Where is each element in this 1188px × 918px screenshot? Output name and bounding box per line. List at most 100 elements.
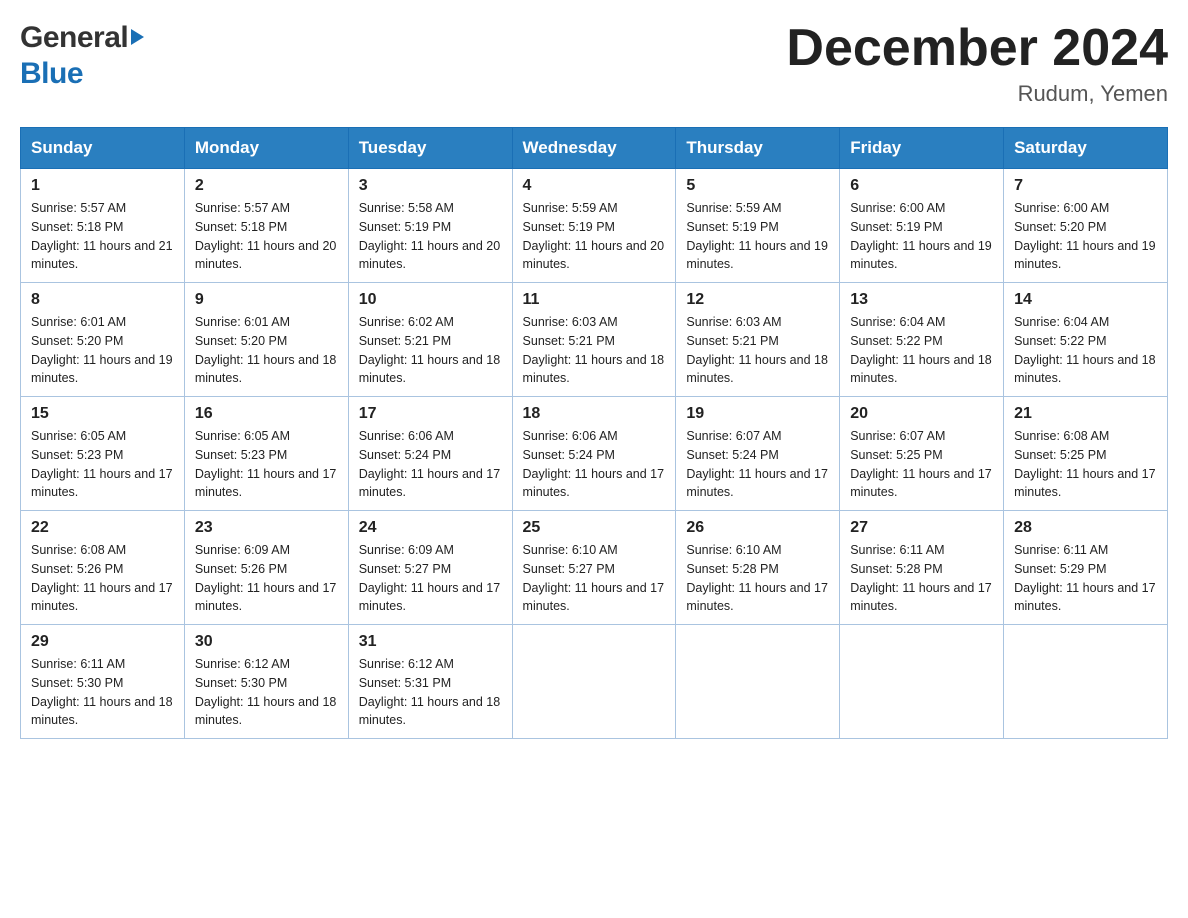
calendar-cell: 5 Sunrise: 5:59 AMSunset: 5:19 PMDayligh… (676, 169, 840, 283)
day-number: 30 (195, 633, 338, 651)
day-info: Sunrise: 5:59 AMSunset: 5:19 PMDaylight:… (686, 199, 829, 274)
day-info: Sunrise: 6:12 AMSunset: 5:30 PMDaylight:… (195, 655, 338, 730)
calendar-cell: 12 Sunrise: 6:03 AMSunset: 5:21 PMDaylig… (676, 283, 840, 397)
weekday-header-row: SundayMondayTuesdayWednesdayThursdayFrid… (21, 128, 1168, 169)
calendar-cell: 14 Sunrise: 6:04 AMSunset: 5:22 PMDaylig… (1004, 283, 1168, 397)
day-info: Sunrise: 6:11 AMSunset: 5:28 PMDaylight:… (850, 541, 993, 616)
calendar-cell: 15 Sunrise: 6:05 AMSunset: 5:23 PMDaylig… (21, 397, 185, 511)
day-info: Sunrise: 5:59 AMSunset: 5:19 PMDaylight:… (523, 199, 666, 274)
day-number: 17 (359, 405, 502, 423)
day-info: Sunrise: 6:07 AMSunset: 5:25 PMDaylight:… (850, 427, 993, 502)
day-info: Sunrise: 6:02 AMSunset: 5:21 PMDaylight:… (359, 313, 502, 388)
calendar-cell: 23 Sunrise: 6:09 AMSunset: 5:26 PMDaylig… (184, 511, 348, 625)
calendar-cell: 31 Sunrise: 6:12 AMSunset: 5:31 PMDaylig… (348, 625, 512, 739)
day-number: 28 (1014, 519, 1157, 537)
calendar-cell: 24 Sunrise: 6:09 AMSunset: 5:27 PMDaylig… (348, 511, 512, 625)
day-info: Sunrise: 6:04 AMSunset: 5:22 PMDaylight:… (1014, 313, 1157, 388)
calendar-cell: 29 Sunrise: 6:11 AMSunset: 5:30 PMDaylig… (21, 625, 185, 739)
day-info: Sunrise: 6:03 AMSunset: 5:21 PMDaylight:… (523, 313, 666, 388)
calendar-cell: 18 Sunrise: 6:06 AMSunset: 5:24 PMDaylig… (512, 397, 676, 511)
day-info: Sunrise: 6:10 AMSunset: 5:28 PMDaylight:… (686, 541, 829, 616)
day-info: Sunrise: 6:11 AMSunset: 5:29 PMDaylight:… (1014, 541, 1157, 616)
week-row-2: 8 Sunrise: 6:01 AMSunset: 5:20 PMDayligh… (21, 283, 1168, 397)
calendar-cell: 26 Sunrise: 6:10 AMSunset: 5:28 PMDaylig… (676, 511, 840, 625)
day-info: Sunrise: 6:04 AMSunset: 5:22 PMDaylight:… (850, 313, 993, 388)
day-number: 7 (1014, 177, 1157, 195)
day-number: 4 (523, 177, 666, 195)
calendar-cell: 6 Sunrise: 6:00 AMSunset: 5:19 PMDayligh… (840, 169, 1004, 283)
weekday-header-friday: Friday (840, 128, 1004, 169)
title-area: December 2024 Rudum, Yemen (786, 20, 1168, 107)
day-number: 5 (686, 177, 829, 195)
day-number: 24 (359, 519, 502, 537)
calendar-cell: 7 Sunrise: 6:00 AMSunset: 5:20 PMDayligh… (1004, 169, 1168, 283)
weekday-header-sunday: Sunday (21, 128, 185, 169)
day-info: Sunrise: 6:05 AMSunset: 5:23 PMDaylight:… (31, 427, 174, 502)
logo: General Blue (20, 20, 144, 92)
day-number: 12 (686, 291, 829, 309)
day-info: Sunrise: 6:03 AMSunset: 5:21 PMDaylight:… (686, 313, 829, 388)
calendar-cell: 2 Sunrise: 5:57 AMSunset: 5:18 PMDayligh… (184, 169, 348, 283)
day-number: 18 (523, 405, 666, 423)
week-row-4: 22 Sunrise: 6:08 AMSunset: 5:26 PMDaylig… (21, 511, 1168, 625)
calendar-cell (676, 625, 840, 739)
weekday-header-saturday: Saturday (1004, 128, 1168, 169)
day-info: Sunrise: 6:10 AMSunset: 5:27 PMDaylight:… (523, 541, 666, 616)
calendar-cell: 1 Sunrise: 5:57 AMSunset: 5:18 PMDayligh… (21, 169, 185, 283)
calendar-table: SundayMondayTuesdayWednesdayThursdayFrid… (20, 127, 1168, 739)
logo-blue-text: Blue (20, 56, 144, 92)
week-row-1: 1 Sunrise: 5:57 AMSunset: 5:18 PMDayligh… (21, 169, 1168, 283)
calendar-cell: 20 Sunrise: 6:07 AMSunset: 5:25 PMDaylig… (840, 397, 1004, 511)
day-number: 13 (850, 291, 993, 309)
logo-triangle-icon (131, 29, 144, 45)
day-info: Sunrise: 6:05 AMSunset: 5:23 PMDaylight:… (195, 427, 338, 502)
day-info: Sunrise: 6:11 AMSunset: 5:30 PMDaylight:… (31, 655, 174, 730)
calendar-cell: 11 Sunrise: 6:03 AMSunset: 5:21 PMDaylig… (512, 283, 676, 397)
day-number: 26 (686, 519, 829, 537)
calendar-cell: 4 Sunrise: 5:59 AMSunset: 5:19 PMDayligh… (512, 169, 676, 283)
calendar-cell: 13 Sunrise: 6:04 AMSunset: 5:22 PMDaylig… (840, 283, 1004, 397)
calendar-cell: 17 Sunrise: 6:06 AMSunset: 5:24 PMDaylig… (348, 397, 512, 511)
calendar-cell (512, 625, 676, 739)
day-number: 22 (31, 519, 174, 537)
day-info: Sunrise: 6:08 AMSunset: 5:25 PMDaylight:… (1014, 427, 1157, 502)
day-number: 31 (359, 633, 502, 651)
day-info: Sunrise: 6:08 AMSunset: 5:26 PMDaylight:… (31, 541, 174, 616)
calendar-cell: 9 Sunrise: 6:01 AMSunset: 5:20 PMDayligh… (184, 283, 348, 397)
calendar-cell: 8 Sunrise: 6:01 AMSunset: 5:20 PMDayligh… (21, 283, 185, 397)
calendar-cell: 22 Sunrise: 6:08 AMSunset: 5:26 PMDaylig… (21, 511, 185, 625)
day-info: Sunrise: 5:57 AMSunset: 5:18 PMDaylight:… (31, 199, 174, 274)
calendar-cell (840, 625, 1004, 739)
calendar-cell: 10 Sunrise: 6:02 AMSunset: 5:21 PMDaylig… (348, 283, 512, 397)
calendar-cell: 28 Sunrise: 6:11 AMSunset: 5:29 PMDaylig… (1004, 511, 1168, 625)
day-number: 11 (523, 291, 666, 309)
day-number: 2 (195, 177, 338, 195)
week-row-3: 15 Sunrise: 6:05 AMSunset: 5:23 PMDaylig… (21, 397, 1168, 511)
calendar-cell: 16 Sunrise: 6:05 AMSunset: 5:23 PMDaylig… (184, 397, 348, 511)
day-info: Sunrise: 6:06 AMSunset: 5:24 PMDaylight:… (523, 427, 666, 502)
day-number: 10 (359, 291, 502, 309)
day-info: Sunrise: 6:00 AMSunset: 5:20 PMDaylight:… (1014, 199, 1157, 274)
day-number: 6 (850, 177, 993, 195)
calendar-cell (1004, 625, 1168, 739)
day-number: 14 (1014, 291, 1157, 309)
logo-general-text: General (20, 20, 128, 56)
day-number: 20 (850, 405, 993, 423)
day-number: 29 (31, 633, 174, 651)
day-info: Sunrise: 6:12 AMSunset: 5:31 PMDaylight:… (359, 655, 502, 730)
day-number: 21 (1014, 405, 1157, 423)
day-number: 16 (195, 405, 338, 423)
calendar-cell: 27 Sunrise: 6:11 AMSunset: 5:28 PMDaylig… (840, 511, 1004, 625)
day-info: Sunrise: 6:07 AMSunset: 5:24 PMDaylight:… (686, 427, 829, 502)
day-number: 9 (195, 291, 338, 309)
day-number: 15 (31, 405, 174, 423)
calendar-cell: 21 Sunrise: 6:08 AMSunset: 5:25 PMDaylig… (1004, 397, 1168, 511)
weekday-header-thursday: Thursday (676, 128, 840, 169)
day-number: 8 (31, 291, 174, 309)
page-header: General Blue December 2024 Rudum, Yemen (20, 20, 1168, 107)
day-info: Sunrise: 6:01 AMSunset: 5:20 PMDaylight:… (31, 313, 174, 388)
day-number: 25 (523, 519, 666, 537)
day-info: Sunrise: 6:01 AMSunset: 5:20 PMDaylight:… (195, 313, 338, 388)
week-row-5: 29 Sunrise: 6:11 AMSunset: 5:30 PMDaylig… (21, 625, 1168, 739)
day-info: Sunrise: 6:09 AMSunset: 5:27 PMDaylight:… (359, 541, 502, 616)
